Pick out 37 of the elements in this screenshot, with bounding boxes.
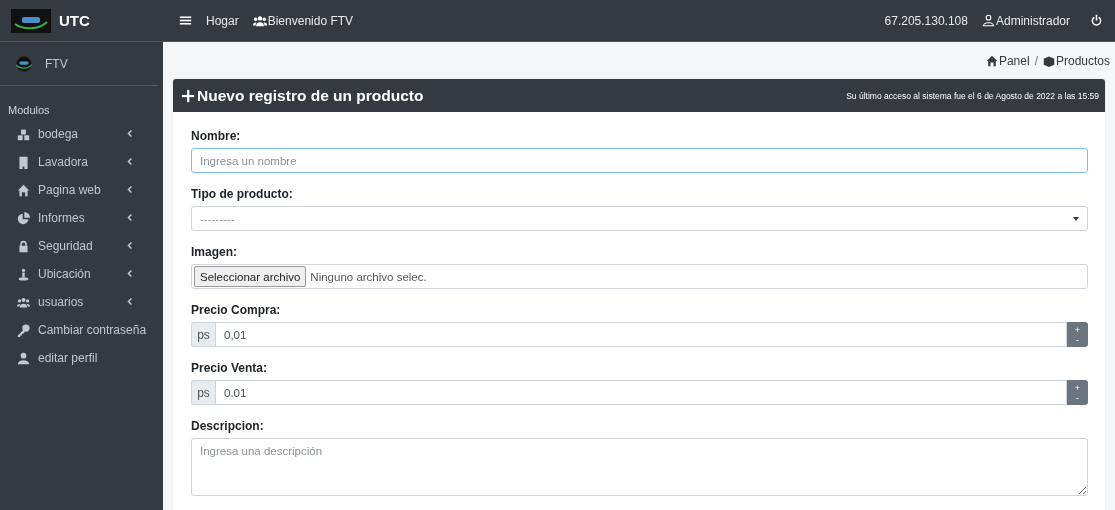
welcome-link[interactable]: Bienvenido FTV xyxy=(252,13,354,28)
sidebar-item[interactable]: Informes xyxy=(0,204,163,232)
field-label: Nombre: xyxy=(191,129,242,144)
input-field[interactable]: 0,01 xyxy=(215,322,1067,347)
file-status: Ninguno archivo selec. xyxy=(310,270,427,283)
sidebar-item[interactable]: usuarios xyxy=(0,288,163,316)
field-label: Imagen: xyxy=(191,245,238,260)
sidebar-item[interactable]: Lavadora xyxy=(0,148,163,176)
last-access-text: Su último acceso al sistema fue el 6 de Agosto de 2022 a las 15:59 xyxy=(846,90,1099,101)
input-field[interactable]: Ingresa un nombre xyxy=(191,148,1088,173)
sidebar-item[interactable]: editar perfil xyxy=(0,344,163,372)
ip-address: 67.205.130.108 xyxy=(884,13,968,28)
textarea-field[interactable]: Ingresa una descripción xyxy=(191,438,1088,496)
menu-header: Modulos xyxy=(8,104,50,116)
breadcrumb-separator: / xyxy=(1034,53,1038,68)
breadcrumb-link[interactable]: Productos xyxy=(1042,53,1110,68)
brand-title: UTC xyxy=(59,12,90,29)
field-label: Precio Venta: xyxy=(191,361,269,376)
input-field[interactable]: 0.01 xyxy=(215,380,1067,405)
field-label: Descripcion: xyxy=(191,419,265,434)
field-label: Tipo de producto: xyxy=(191,187,294,202)
card-title: Nuevo registro de un producto xyxy=(197,86,424,105)
sidebar-item[interactable]: Ubicación xyxy=(0,260,163,288)
spinner-button[interactable]: + - xyxy=(1067,380,1088,405)
spinner-button[interactable]: + - xyxy=(1067,322,1088,347)
sidebar-item[interactable]: bodega xyxy=(0,120,163,148)
home-link[interactable]: Hogar xyxy=(206,13,239,28)
user-link[interactable]: Administrador xyxy=(981,13,1070,28)
currency-prefix: ps xyxy=(191,322,215,347)
choose-file-button[interactable]: Seleccionar archivo xyxy=(194,266,307,287)
sidebar-item[interactable]: Seguridad xyxy=(0,232,163,260)
user-name: FTV xyxy=(45,56,68,71)
currency-prefix: ps xyxy=(191,380,215,405)
sidebar-item[interactable]: Pagina web xyxy=(0,176,163,204)
breadcrumb-link[interactable]: Panel xyxy=(985,53,1030,68)
sidebar-item[interactable]: Cambiar contraseña xyxy=(0,316,163,344)
field-label: Precio Compra: xyxy=(191,303,282,318)
